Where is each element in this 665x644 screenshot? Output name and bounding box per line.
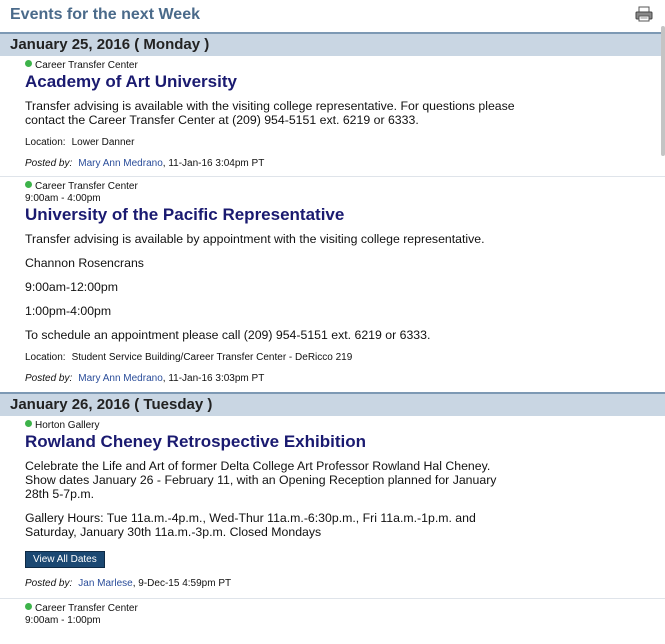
event-item: Career Transfer Center 9:00am - 1:00pm [0,598,665,626]
event-calendar: Career Transfer Center [25,599,665,614]
event-location: Location: Student Service Building/Career… [25,352,353,363]
view-all-dates-button[interactable]: View All Dates [25,551,105,568]
calendar-dot-icon [25,60,32,67]
posted-by-link[interactable]: Jan Marlese [78,578,132,589]
event-title[interactable]: University of the Pacific Representative [25,205,665,225]
event-time: 9:00am - 4:00pm [25,193,101,204]
posted-by-link[interactable]: Mary Ann Medrano [78,373,163,384]
day-header: January 26, 2016 ( Tuesday ) [0,392,665,416]
event-description: Transfer advising is available with the … [25,99,515,127]
event-calendar: Career Transfer Center [25,56,665,71]
event-time: 9:00am - 1:00pm [25,615,101,626]
event-title[interactable]: Academy of Art University [25,72,665,92]
calendar-dot-icon [25,181,32,188]
event-item: Career Transfer Center Academy of Art Un… [0,56,665,176]
event-posted: Posted by: Mary Ann Medrano, 11-Jan-16 3:… [25,158,265,169]
event-description: Celebrate the Life and Art of former Del… [25,459,497,539]
event-location: Location: Lower Danner [25,137,135,148]
calendar-dot-icon [25,420,32,427]
posted-by-link[interactable]: Mary Ann Medrano [78,158,163,169]
print-icon[interactable] [635,6,653,22]
event-calendar: Horton Gallery [25,416,665,431]
event-description: Transfer advising is available by appoin… [25,232,485,342]
calendar-dot-icon [25,603,32,610]
day-header: January 25, 2016 ( Monday ) [0,32,665,56]
event-item: Career Transfer Center 9:00am - 4:00pm U… [0,176,665,392]
page-title: Events for the next Week [10,6,200,23]
event-title[interactable]: Rowland Cheney Retrospective Exhibition [25,432,665,452]
event-posted: Posted by: Jan Marlese, 9-Dec-15 4:59pm P… [25,578,232,589]
event-item: Horton Gallery Rowland Cheney Retrospect… [0,416,665,598]
page-header: Events for the next Week [0,0,665,32]
event-calendar: Career Transfer Center [25,177,665,192]
event-posted: Posted by: Mary Ann Medrano, 11-Jan-16 3:… [25,373,265,384]
